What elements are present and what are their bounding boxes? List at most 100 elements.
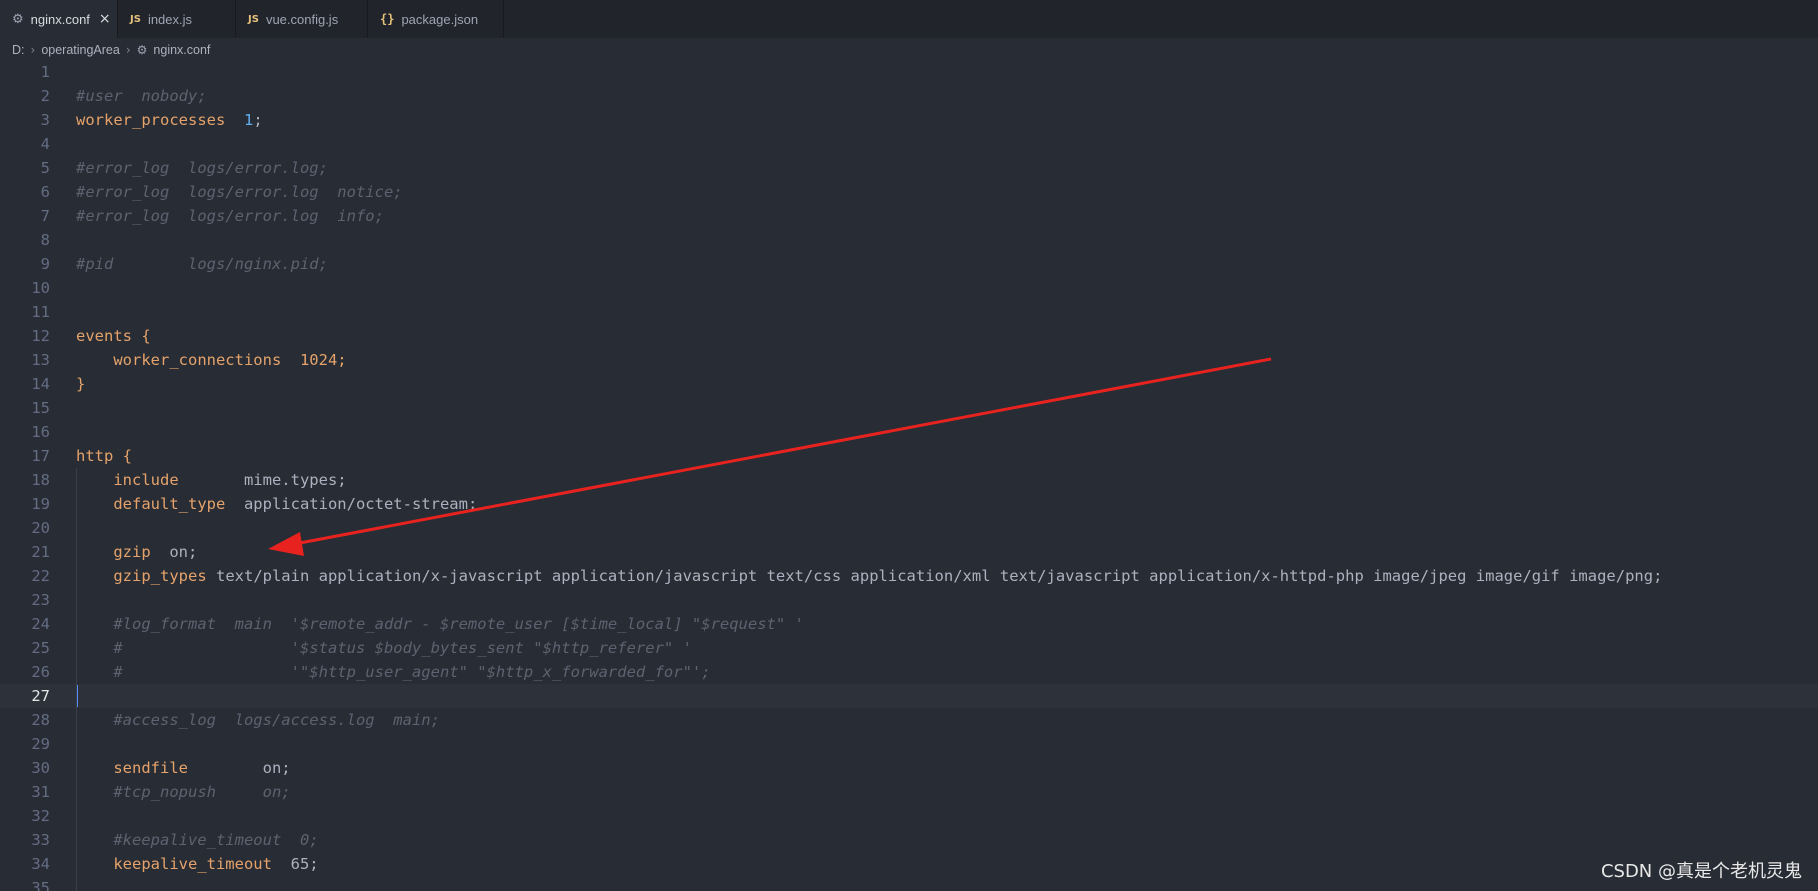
code-text: # '"$http_user_agent" "$http_x_forwarded… — [76, 660, 710, 684]
tab-vue-config-js[interactable]: JS vue.config.js — [236, 0, 368, 38]
code-token: worker_processes — [76, 111, 226, 129]
code-line[interactable]: 1 — [0, 60, 1818, 84]
code-token: #tcp_nopush on; — [113, 783, 291, 801]
code-text: #user nobody; — [76, 84, 207, 108]
code-token: on; — [150, 543, 198, 561]
code-line[interactable]: 13 worker_connections 1024; — [0, 348, 1818, 372]
line-number: 27 — [31, 687, 50, 705]
code-line[interactable]: 28 #access_log logs/access.log main; — [0, 708, 1818, 732]
indent-guide — [76, 468, 77, 891]
code-line[interactable]: 11 — [0, 300, 1818, 324]
code-text: #tcp_nopush on; — [76, 780, 291, 804]
tab-package-json[interactable]: {} package.json — [368, 0, 504, 38]
code-line[interactable]: 15 — [0, 396, 1818, 420]
line-number: 34 — [31, 855, 50, 873]
code-line[interactable]: 31 #tcp_nopush on; — [0, 780, 1818, 804]
code-line[interactable]: 17 http { — [0, 444, 1818, 468]
line-number: 16 — [31, 423, 50, 441]
gear-icon: ⚙ — [136, 43, 148, 57]
line-number: 8 — [40, 231, 50, 249]
line-number: 7 — [40, 207, 50, 225]
code-line[interactable]: 24 #log_format main '$remote_addr - $rem… — [0, 612, 1818, 636]
code-text: #keepalive_timeout 0; — [76, 828, 318, 852]
line-number: 12 — [31, 327, 50, 345]
code-token: } — [76, 375, 86, 393]
code-token: on; — [187, 759, 291, 777]
code-line[interactable]: 9 #pid logs/nginx.pid; — [0, 252, 1818, 276]
code-line[interactable]: 19 default_type application/octet-stream… — [0, 492, 1818, 516]
code-line[interactable]: 27 — [0, 684, 1818, 708]
code-token: gzip_types — [113, 567, 207, 585]
code-line[interactable]: 32 — [0, 804, 1818, 828]
code-line[interactable]: 29 — [0, 732, 1818, 756]
line-number: 13 — [31, 351, 50, 369]
code-line[interactable]: 14} — [0, 372, 1818, 396]
code-token: #error_log logs/error.log info; — [76, 207, 384, 225]
breadcrumb-drive[interactable]: D: — [12, 43, 25, 57]
breadcrumb-folder[interactable]: operatingArea — [41, 43, 120, 57]
tab-index-js[interactable]: JS index.js — [118, 0, 236, 38]
code-text: default_type application/octet-stream; — [76, 492, 477, 516]
code-text: #error_log logs/error.log info; — [76, 204, 384, 228]
line-number: 20 — [31, 519, 50, 537]
tab-label: index.js — [147, 11, 193, 27]
code-line[interactable]: 33 #keepalive_timeout 0; — [0, 828, 1818, 852]
code-text: gzip_types text/plain application/x-java… — [76, 564, 1662, 588]
code-line[interactable]: 26 # '"$http_user_agent" "$http_x_forwar… — [0, 660, 1818, 684]
code-text: events { — [76, 324, 151, 348]
tab-nginx-conf[interactable]: ⚙ nginx.conf × — [0, 0, 118, 38]
code-token: application/octet-stream; — [225, 495, 478, 513]
code-line[interactable]: 16 — [0, 420, 1818, 444]
code-line[interactable]: 5 #error_log logs/error.log; — [0, 156, 1818, 180]
code-line[interactable]: 10 — [0, 276, 1818, 300]
code-editor[interactable]: 1 2 #user nobody; 3 worker_processes 1; 4 5 #er… — [0, 60, 1818, 891]
code-text: worker_connections 1024; — [76, 348, 347, 372]
code-token: #log_format main '$remote_addr - $remote… — [113, 615, 804, 633]
code-line[interactable]: 18 include mime.types; — [0, 468, 1818, 492]
js-file-icon: JS — [248, 13, 259, 25]
code-line[interactable]: 7 #error_log logs/error.log info; — [0, 204, 1818, 228]
code-line[interactable]: 4 — [0, 132, 1818, 156]
code-line[interactable]: 8 — [0, 228, 1818, 252]
code-token: # '$status $body_bytes_sent "$http_refer… — [113, 639, 692, 657]
line-number: 35 — [31, 879, 50, 891]
code-token: ; — [253, 111, 263, 129]
code-token: sendfile — [113, 759, 188, 777]
line-number: 10 — [31, 279, 50, 297]
code-token: #access_log logs/access.log main; — [113, 711, 440, 729]
breadcrumb-file[interactable]: nginx.conf — [153, 43, 210, 57]
line-number: 3 — [40, 111, 50, 129]
code-line[interactable]: 6 #error_log logs/error.log notice; — [0, 180, 1818, 204]
code-line[interactable]: 2 #user nobody; — [0, 84, 1818, 108]
code-line[interactable]: 20 — [0, 516, 1818, 540]
code-line[interactable]: 3 worker_processes 1; — [0, 108, 1818, 132]
code-line[interactable]: 30 sendfile on; — [0, 756, 1818, 780]
breadcrumb: D: › operatingArea › ⚙ nginx.conf — [0, 38, 1818, 62]
line-number: 1 — [40, 63, 50, 81]
code-token: #pid logs/nginx.pid; — [76, 255, 328, 273]
code-line[interactable]: 22 gzip_types text/plain application/x-j… — [0, 564, 1818, 588]
line-number: 29 — [31, 735, 50, 753]
code-token: 1024; — [281, 351, 347, 369]
code-line[interactable]: 34 keepalive_timeout 65; — [0, 852, 1818, 876]
code-line[interactable]: 23 — [0, 588, 1818, 612]
code-text: keepalive_timeout 65; — [76, 852, 318, 876]
code-line[interactable]: 21 gzip on; — [0, 540, 1818, 564]
code-token: events { — [76, 327, 151, 345]
close-icon[interactable]: × — [99, 11, 111, 27]
code-token: #user nobody; — [76, 87, 207, 105]
code-token: keepalive_timeout — [113, 855, 272, 873]
chevron-right-icon: › — [125, 43, 131, 57]
line-number: 9 — [40, 255, 50, 273]
code-text: include mime.types; — [76, 468, 346, 492]
code-line[interactable]: 12 events { — [0, 324, 1818, 348]
code-line[interactable]: 25 # '$status $body_bytes_sent "$http_re… — [0, 636, 1818, 660]
code-line[interactable]: 35 — [0, 876, 1818, 891]
